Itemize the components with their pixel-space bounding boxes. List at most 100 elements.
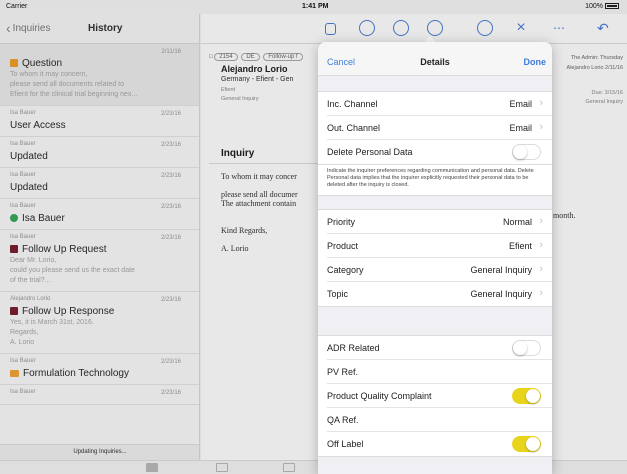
history-item-date: 2/23/16 bbox=[160, 111, 181, 117]
pqc-row: Product Quality Complaint bbox=[327, 384, 552, 408]
pv-ref-label: PV Ref. bbox=[327, 367, 359, 377]
topic-label: Topic bbox=[327, 289, 349, 299]
history-item[interactable]: Isa Bauer 2/23/16 bbox=[0, 385, 199, 405]
out-channel-label: Out. Channel bbox=[327, 123, 381, 133]
close-icon[interactable]: × bbox=[513, 20, 529, 36]
info-icon[interactable] bbox=[427, 20, 443, 36]
sender-line: Alejandro Lorio 2/11/16 bbox=[566, 65, 623, 71]
adr-related-toggle[interactable] bbox=[512, 340, 541, 356]
history-item-preview: Dear Mr. Lorio, could you please send us… bbox=[10, 257, 135, 284]
history-item[interactable]: Isa Bauer 2/23/16 Isa Bauer bbox=[0, 199, 199, 230]
delete-personal-data-label: Delete Personal Data bbox=[327, 147, 413, 157]
inquiry-tags: □ 2154 DE Follow-up f bbox=[209, 53, 305, 61]
off-label-label: Off Label bbox=[327, 439, 364, 449]
reply-icon[interactable]: ↶ bbox=[597, 20, 613, 36]
history-item-subject: Updated bbox=[10, 151, 48, 162]
flag-orange-icon bbox=[10, 59, 18, 67]
history-item-subject: Isa Bauer bbox=[22, 213, 65, 224]
mail-orange-icon bbox=[10, 370, 19, 377]
adr-related-row: ADR Related bbox=[327, 336, 552, 360]
history-navbar: ‹ Inquiries History bbox=[0, 14, 199, 44]
history-item-subject: Question bbox=[22, 58, 63, 69]
inquiry-context: Germany - Efient - Gen bbox=[221, 76, 294, 83]
back-button[interactable]: ‹ Inquiries bbox=[6, 20, 50, 36]
toggle-knob bbox=[526, 389, 540, 403]
person-icon[interactable] bbox=[477, 20, 493, 36]
qa-ref-row[interactable]: QA Ref. bbox=[327, 408, 552, 432]
category-value: General Inquiry bbox=[470, 265, 532, 275]
category-label: Category bbox=[327, 265, 364, 275]
chevron-right-icon: › bbox=[539, 215, 543, 227]
popover-navbar: Cancel Details Done bbox=[318, 42, 552, 76]
more-icon[interactable]: ⋯ bbox=[553, 20, 569, 36]
tag-id: 2154 bbox=[214, 53, 238, 61]
classification-group: Priority Normal › Product Efient › Categ… bbox=[318, 209, 552, 307]
chevron-left-icon: ‹ bbox=[6, 20, 11, 36]
globe-icon[interactable] bbox=[393, 20, 409, 36]
priority-row[interactable]: Priority Normal › bbox=[327, 210, 552, 234]
off-label-row: Off Label bbox=[327, 432, 552, 456]
tag-country: DE bbox=[241, 53, 260, 61]
done-button[interactable]: Done bbox=[524, 57, 547, 67]
toggle-knob bbox=[526, 437, 540, 451]
detail-toolbar: × ⋯ ↶ bbox=[201, 14, 627, 44]
history-title: History bbox=[88, 23, 123, 34]
history-item[interactable]: Isa Bauer 2/23/16 Updated bbox=[0, 137, 199, 168]
mail-tab-icon[interactable] bbox=[146, 463, 158, 472]
off-label-toggle[interactable] bbox=[512, 436, 541, 452]
battery-percent: 100% bbox=[585, 3, 603, 10]
inc-channel-row[interactable]: Inc. Channel Email › bbox=[327, 92, 552, 116]
adr-related-label: ADR Related bbox=[327, 343, 380, 353]
delete-personal-data-toggle[interactable] bbox=[512, 144, 541, 160]
tag-followup: Follow-up f bbox=[263, 53, 303, 61]
inc-channel-value: Email bbox=[509, 99, 532, 109]
history-item-subject-row: Isa Bauer bbox=[10, 213, 191, 224]
product-row[interactable]: Product Efient › bbox=[327, 234, 552, 258]
history-item-preview: To whom it may concern, please send all … bbox=[10, 71, 138, 98]
channel-group: Inc. Channel Email › Out. Channel Email … bbox=[318, 91, 552, 165]
history-item-subject-row: Updated bbox=[10, 151, 191, 162]
pv-ref-row[interactable]: PV Ref. bbox=[327, 360, 552, 384]
history-list: 2/11/16 Question To whom it may concern, p… bbox=[0, 44, 199, 405]
history-item[interactable]: 2/11/16 Question To whom it may concern, p… bbox=[0, 44, 199, 106]
history-item-subject-row: User Access bbox=[10, 120, 191, 131]
bell-tab-icon[interactable] bbox=[283, 463, 295, 472]
history-item-subject: Formulation Technology bbox=[23, 368, 129, 379]
battery-indicator: 100% bbox=[585, 3, 619, 10]
compose-tab-icon[interactable] bbox=[216, 463, 228, 472]
clock: 1:41 PM bbox=[302, 3, 329, 10]
toggle-knob bbox=[513, 341, 527, 355]
chevron-right-icon: › bbox=[539, 121, 543, 133]
history-item-date: 2/23/16 bbox=[160, 297, 181, 303]
lock-icon[interactable] bbox=[325, 23, 336, 35]
history-item-subject: Updated bbox=[10, 182, 48, 193]
history-item-subject-row: Formulation Technology bbox=[10, 368, 191, 379]
history-item[interactable]: Isa Bauer 2/23/16 Follow Up Request Dear Mr… bbox=[0, 230, 199, 292]
priority-value: Normal bbox=[502, 217, 532, 227]
category-row[interactable]: Category General Inquiry › bbox=[327, 258, 552, 282]
inc-channel-label: Inc. Channel bbox=[327, 99, 378, 109]
inquiry-product: Efient bbox=[221, 87, 236, 93]
divider bbox=[209, 163, 324, 164]
pqc-toggle[interactable] bbox=[512, 388, 541, 404]
due-info: Due: 3/15/16 General Inquiry bbox=[585, 89, 623, 107]
history-item-date: 2/23/16 bbox=[160, 235, 181, 241]
flag-maroon-icon bbox=[10, 245, 18, 253]
history-item[interactable]: Alejandro Lorio 2/23/16 Follow Up Response… bbox=[0, 292, 199, 354]
chevron-right-icon: › bbox=[539, 97, 543, 109]
at-icon[interactable] bbox=[359, 20, 375, 36]
topic-row[interactable]: Topic General Inquiry › bbox=[327, 282, 552, 306]
flags-group: ADR Related PV Ref. Product Quality Comp… bbox=[318, 335, 552, 457]
delete-personal-data-row: Delete Personal Data bbox=[327, 140, 552, 164]
history-item-subject-row: Question bbox=[10, 58, 191, 69]
history-item[interactable]: Isa Bauer 2/23/16 Formulation Technology bbox=[0, 354, 199, 385]
inquiry-body-tail: month. bbox=[553, 211, 576, 220]
history-item-subject: User Access bbox=[10, 120, 66, 131]
history-item-date: 2/11/16 bbox=[161, 49, 181, 55]
history-item[interactable]: Isa Bauer 2/23/16 Updated bbox=[0, 168, 199, 199]
history-item-subject-row: Updated bbox=[10, 182, 191, 193]
history-item[interactable]: Isa Bauer 2/23/16 User Access bbox=[0, 106, 199, 137]
history-item-date: 2/23/16 bbox=[160, 142, 181, 148]
chevron-right-icon: › bbox=[539, 287, 543, 299]
out-channel-row[interactable]: Out. Channel Email › bbox=[327, 116, 552, 140]
